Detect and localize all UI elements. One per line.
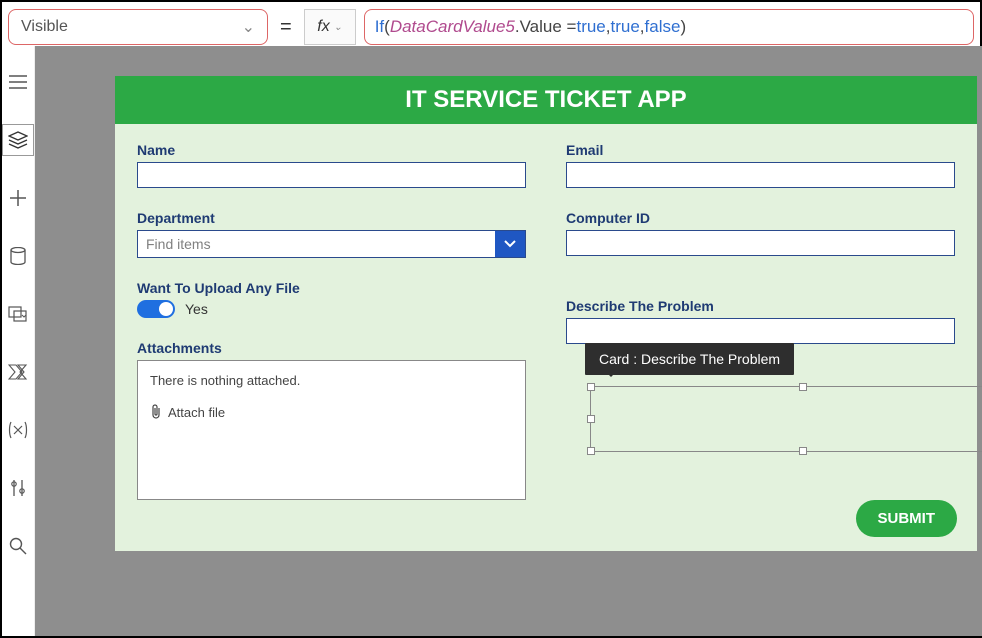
resize-handle[interactable]: [587, 415, 595, 423]
selection-outline[interactable]: [590, 386, 982, 452]
department-label: Department: [137, 210, 526, 226]
computer-id-card[interactable]: Computer ID: [566, 210, 955, 256]
upload-label: Want To Upload Any File: [137, 280, 526, 296]
left-rail: [2, 46, 35, 636]
formula-false: false: [645, 17, 681, 37]
plus-icon[interactable]: [2, 182, 34, 214]
attachments-label: Attachments: [137, 340, 526, 356]
attachments-empty-text: There is nothing attached.: [150, 373, 513, 388]
hamburger-icon[interactable]: [2, 66, 34, 98]
equals-sign: =: [276, 16, 296, 39]
describe-input[interactable]: [566, 318, 955, 344]
paperclip-icon: [150, 404, 162, 420]
attach-file-label: Attach file: [168, 405, 225, 420]
resize-handle[interactable]: [799, 447, 807, 455]
formula-fn: If: [375, 17, 384, 37]
department-card[interactable]: Department Find items: [137, 210, 526, 258]
chevron-down-icon: ⌄: [334, 22, 342, 33]
attachments-card[interactable]: Attachments There is nothing attached. A…: [137, 340, 526, 500]
computer-id-input[interactable]: [566, 230, 955, 256]
workspace: IT SERVICE TICKET APP Name Department Fi…: [2, 46, 980, 636]
upload-toggle[interactable]: [137, 300, 175, 318]
resize-handle[interactable]: [587, 383, 595, 391]
property-name: Visible: [21, 18, 68, 36]
upload-toggle-row: Yes: [137, 300, 526, 318]
app-title: IT SERVICE TICKET APP: [115, 76, 977, 124]
toggle-knob: [159, 302, 173, 316]
chevron-down-icon: ⌄: [242, 17, 255, 37]
email-card[interactable]: Email: [566, 142, 955, 188]
form: Name Department Find items Want: [115, 124, 977, 522]
attachments-box[interactable]: There is nothing attached. Attach file: [137, 360, 526, 500]
fx-label: fx: [317, 18, 329, 36]
app-screen: IT SERVICE TICKET APP Name Department Fi…: [115, 76, 977, 551]
attach-file-button[interactable]: Attach file: [150, 404, 513, 420]
chevron-down-icon[interactable]: [495, 231, 525, 257]
submit-button[interactable]: SUBMIT: [856, 500, 958, 537]
formula-true: true: [611, 17, 640, 37]
fx-button[interactable]: fx ⌄: [304, 9, 356, 45]
layers-icon[interactable]: [2, 124, 34, 156]
describe-label: Describe The Problem: [566, 298, 955, 314]
formula-ident: DataCardValue5: [390, 17, 515, 37]
formula-close: ): [680, 17, 686, 37]
database-icon[interactable]: [2, 240, 34, 272]
department-placeholder: Find items: [138, 236, 495, 252]
computer-id-label: Computer ID: [566, 210, 955, 226]
resize-handle[interactable]: [587, 447, 595, 455]
automate-icon[interactable]: [2, 356, 34, 388]
formula-rest: .Value =: [515, 17, 577, 37]
search-icon[interactable]: [2, 530, 34, 562]
card-tooltip: Card : Describe The Problem: [585, 343, 794, 375]
formula-bar: Visible ⌄ = fx ⌄ If(DataCardValue5.Value…: [2, 2, 980, 46]
tools-icon[interactable]: [2, 472, 34, 504]
resize-handle[interactable]: [799, 383, 807, 391]
formula-input[interactable]: If(DataCardValue5.Value = true, true, fa…: [364, 9, 974, 45]
formula-true: true: [576, 17, 605, 37]
form-right-column: Email Computer ID Describe The Problem: [566, 142, 955, 522]
variable-icon[interactable]: [2, 414, 34, 446]
describe-card[interactable]: Describe The Problem: [566, 298, 955, 344]
property-dropdown[interactable]: Visible ⌄: [8, 9, 268, 45]
form-left-column: Name Department Find items Want: [137, 142, 526, 522]
upload-toggle-text: Yes: [185, 301, 208, 317]
department-combobox[interactable]: Find items: [137, 230, 526, 258]
upload-card[interactable]: Want To Upload Any File Yes: [137, 280, 526, 318]
email-input[interactable]: [566, 162, 955, 188]
canvas[interactable]: IT SERVICE TICKET APP Name Department Fi…: [35, 46, 982, 636]
name-card[interactable]: Name: [137, 142, 526, 188]
name-input[interactable]: [137, 162, 526, 188]
media-icon[interactable]: [2, 298, 34, 330]
name-label: Name: [137, 142, 526, 158]
email-label: Email: [566, 142, 955, 158]
